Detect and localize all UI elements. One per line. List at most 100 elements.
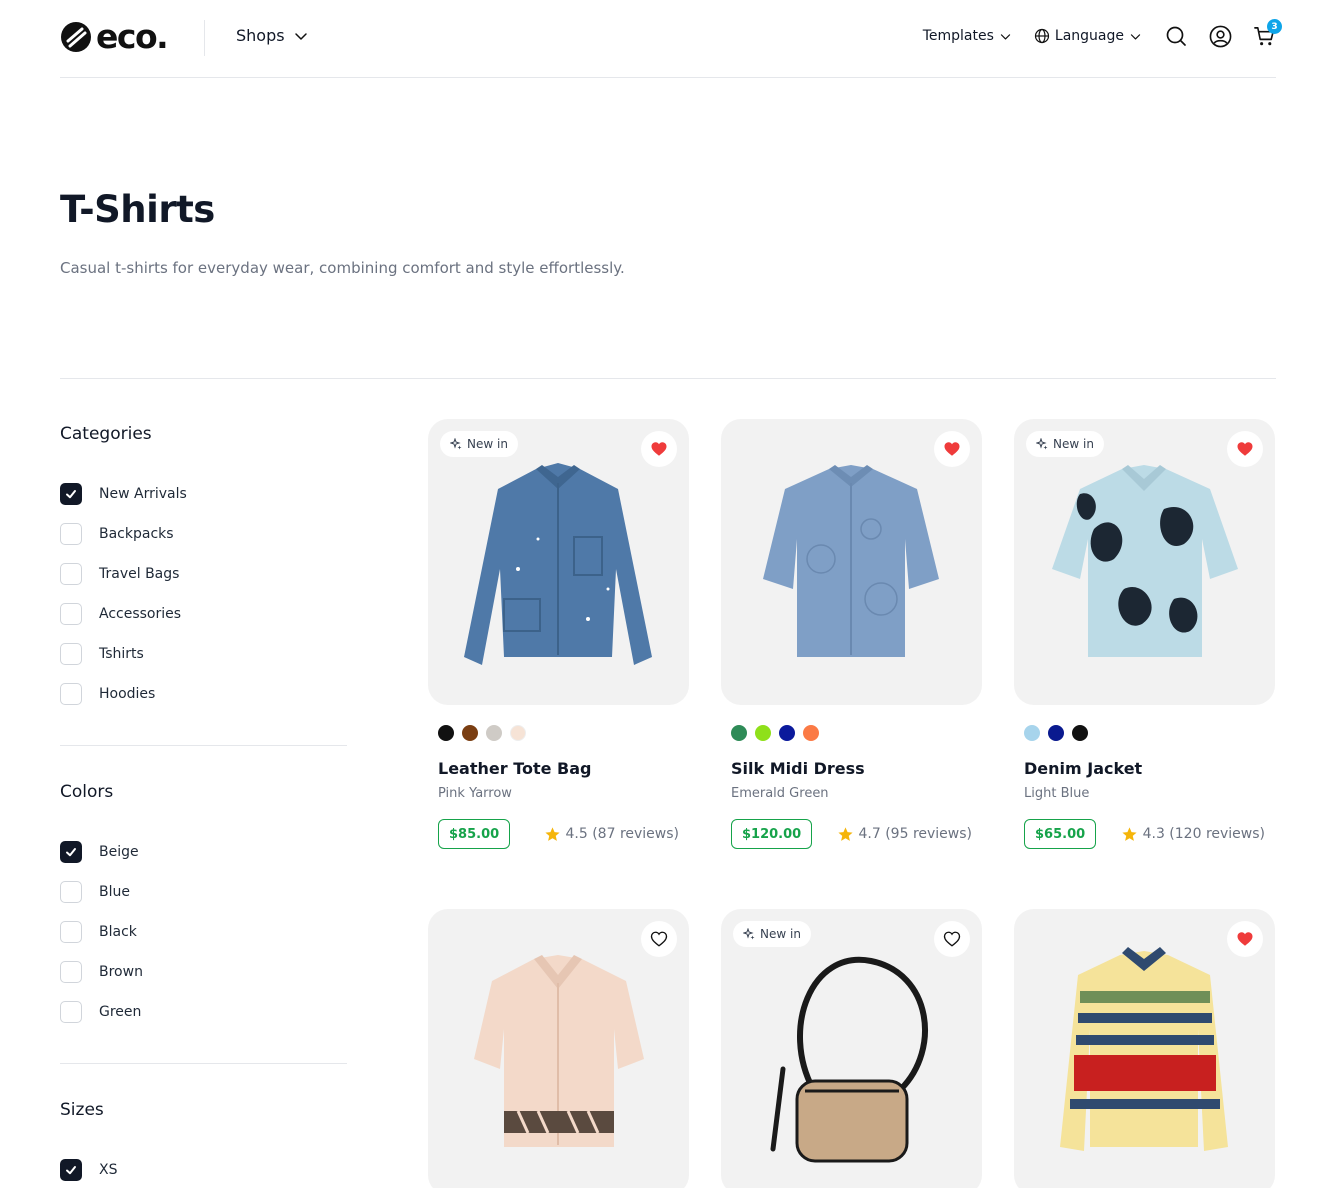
product-card[interactable]: New in Denim Jacket Light Blue $65.00 4.3 (1…: [1014, 419, 1275, 849]
color-swatches: [1014, 725, 1275, 741]
filter-checkbox[interactable]: [60, 523, 82, 545]
filter-checkbox[interactable]: [60, 683, 82, 705]
filter-option-tshirts[interactable]: Tshirts: [60, 634, 347, 674]
header: eco. Shops Templates Language 3: [60, 0, 1282, 78]
filter-sidebar: Categories New Arrivals Backpacks Travel B…: [60, 420, 347, 1188]
product-name[interactable]: Denim Jacket: [1014, 759, 1275, 778]
filter-checkbox[interactable]: [60, 961, 82, 983]
product-variant: Pink Yarrow: [438, 786, 512, 801]
check-icon: [66, 1166, 76, 1175]
filter-checkbox[interactable]: [60, 643, 82, 665]
product-name[interactable]: Silk Midi Dress: [721, 759, 982, 778]
filter-checkbox[interactable]: [60, 881, 82, 903]
product-name[interactable]: Leather Tote Bag: [428, 759, 689, 778]
filter-option-brown[interactable]: Brown: [60, 952, 347, 992]
filter-option-backpacks[interactable]: Backpacks: [60, 514, 347, 554]
sparkle-icon: [450, 438, 462, 450]
filter-option-blue[interactable]: Blue: [60, 872, 347, 912]
filter-option-black[interactable]: Black: [60, 912, 347, 952]
filter-label: Green: [99, 1004, 142, 1020]
filter-label: Beige: [99, 844, 139, 860]
filter-label: Blue: [99, 884, 130, 900]
star-icon: [1122, 826, 1137, 841]
chevron-down-icon: [1130, 33, 1141, 40]
rating-text: 4.7 (95 reviews): [858, 826, 973, 842]
categories-filter: Categories New Arrivals Backpacks Travel B…: [60, 420, 347, 714]
filter-checkbox[interactable]: [60, 563, 82, 585]
filter-option-new-arrivals[interactable]: New Arrivals: [60, 474, 347, 514]
user-icon: [1209, 25, 1231, 47]
filter-label: New Arrivals: [99, 486, 187, 502]
favorite-button[interactable]: [641, 431, 677, 467]
heart-icon: [1237, 932, 1253, 946]
color-swatch[interactable]: [462, 725, 478, 741]
color-swatch[interactable]: [1024, 725, 1040, 741]
shops-menu[interactable]: Shops: [236, 26, 309, 45]
favorite-button[interactable]: [1227, 431, 1263, 467]
filter-label: Hoodies: [99, 686, 156, 702]
account-button[interactable]: [1208, 24, 1232, 48]
price-rating-row: $85.00 4.5 (87 reviews): [428, 819, 689, 849]
product-image-frame[interactable]: New in: [428, 419, 689, 705]
product-card[interactable]: New in Leather Tote Bag Pink Yarrow $85.00 4…: [428, 419, 689, 849]
color-swatch[interactable]: [755, 725, 771, 741]
section-divider: [60, 378, 1276, 379]
logo[interactable]: eco.: [60, 17, 169, 56]
filter-option-beige[interactable]: Beige: [60, 832, 347, 872]
templates-label: Templates: [922, 28, 994, 44]
price-tag: $65.00: [1024, 819, 1097, 849]
filter-label: Accessories: [99, 606, 182, 622]
color-swatch[interactable]: [803, 725, 819, 741]
color-swatch[interactable]: [486, 725, 502, 741]
filter-checkbox[interactable]: [60, 483, 82, 505]
product-card[interactable]: Silk Midi Dress Emerald Green $120.00 4.7 (…: [721, 419, 982, 849]
new-in-label: New in: [760, 927, 801, 941]
product-card[interactable]: New in: [721, 909, 982, 1188]
heart-outline-icon: [650, 931, 668, 947]
cart-button[interactable]: 3: [1252, 19, 1282, 48]
shops-label: Shops: [236, 26, 285, 45]
filter-checkbox[interactable]: [60, 921, 82, 943]
search-button[interactable]: [1164, 24, 1188, 48]
color-swatch[interactable]: [1072, 725, 1088, 741]
color-swatches: [428, 725, 689, 741]
cart-count-badge: 3: [1267, 19, 1282, 34]
filter-checkbox[interactable]: [60, 1001, 82, 1023]
sizes-list: XS: [60, 1150, 347, 1188]
logo-mark-icon: [61, 22, 91, 52]
product-image-frame[interactable]: New in: [721, 909, 982, 1188]
filter-checkbox[interactable]: [60, 603, 82, 625]
color-swatch[interactable]: [779, 725, 795, 741]
rating: 4.5 (87 reviews): [544, 826, 679, 843]
product-card[interactable]: [428, 909, 689, 1188]
favorite-button[interactable]: [934, 431, 970, 467]
logo-text: eco.: [96, 17, 169, 56]
product-image-frame[interactable]: [428, 909, 689, 1188]
filter-option-travel-bags[interactable]: Travel Bags: [60, 554, 347, 594]
favorite-button[interactable]: [1227, 921, 1263, 957]
rating: 4.7 (95 reviews): [837, 826, 973, 843]
templates-menu[interactable]: Templates: [923, 28, 1012, 44]
filter-checkbox[interactable]: [60, 1159, 82, 1181]
product-image-frame[interactable]: New in: [1014, 419, 1275, 705]
product-image-frame[interactable]: [721, 419, 982, 705]
sparkle-icon: [743, 928, 755, 940]
product-image-frame[interactable]: [1014, 909, 1275, 1188]
favorite-button[interactable]: [641, 921, 677, 957]
filter-option-hoodies[interactable]: Hoodies: [60, 674, 347, 714]
filter-option-green[interactable]: Green: [60, 992, 347, 1032]
nav-right: Templates Language 3: [923, 19, 1282, 48]
filter-option-xs[interactable]: XS: [60, 1150, 347, 1188]
favorite-button[interactable]: [934, 921, 970, 957]
filter-checkbox[interactable]: [60, 841, 82, 863]
color-swatch[interactable]: [1048, 725, 1064, 741]
heart-icon: [651, 442, 667, 456]
color-swatch[interactable]: [510, 725, 526, 741]
color-swatch[interactable]: [731, 725, 747, 741]
color-swatch[interactable]: [438, 725, 454, 741]
product-card[interactable]: [1014, 909, 1275, 1188]
language-menu[interactable]: Language: [1034, 28, 1142, 44]
heart-icon: [1237, 442, 1253, 456]
filter-title-sizes: Sizes: [60, 1100, 104, 1120]
filter-option-accessories[interactable]: Accessories: [60, 594, 347, 634]
